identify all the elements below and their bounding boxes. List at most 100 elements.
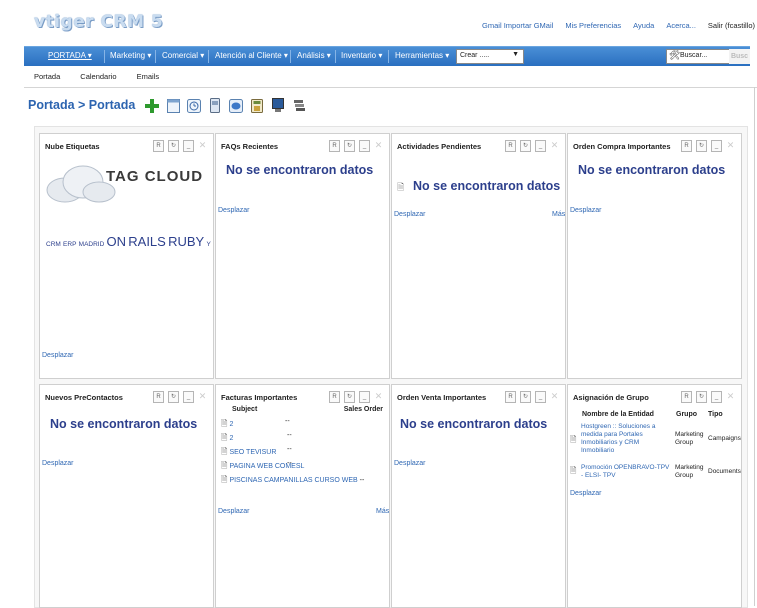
desplazar-link[interactable]: Desplazar	[394, 211, 426, 218]
help-link[interactable]: Ayuda	[633, 21, 654, 30]
refresh-icon[interactable]: ↻	[168, 140, 179, 152]
rows-icon[interactable]: R	[153, 140, 164, 152]
subnav-emails[interactable]: Emails	[137, 72, 160, 81]
panel-title: Nuevos PreContactos	[45, 393, 123, 402]
desplazar-link[interactable]: Desplazar	[570, 207, 602, 214]
close-icon[interactable]: ✕	[550, 140, 559, 150]
chat-icon[interactable]	[228, 97, 244, 114]
nav-inventario[interactable]: Inventario ▾	[341, 51, 382, 60]
contacts-icon[interactable]	[207, 97, 223, 114]
minimize-icon[interactable]: _	[359, 391, 370, 403]
invoice-subject-link[interactable]: 2	[229, 435, 233, 442]
logout-link[interactable]: Salir (fcastillo)	[708, 21, 755, 30]
search-input[interactable]: 🛠 Buscar...	[666, 49, 730, 64]
crear-select[interactable]: Crear ..... ▼	[456, 49, 524, 64]
rows-icon[interactable]: R	[505, 140, 516, 152]
no-data-message: No se encontraron datos	[413, 179, 561, 193]
refresh-icon[interactable]: ↻	[696, 391, 707, 403]
table-row: 🗎 2 --	[219, 418, 385, 432]
nav-separator	[104, 50, 105, 63]
tag-word[interactable]: RUBY	[168, 234, 204, 249]
rows-icon[interactable]: R	[153, 391, 164, 403]
close-icon[interactable]: ✕	[726, 140, 735, 150]
nav-marketing[interactable]: Marketing ▾	[110, 51, 151, 60]
close-icon[interactable]: ✕	[374, 391, 383, 401]
no-data-message: No se encontraron datos	[226, 163, 374, 177]
subnav-calendario[interactable]: Calendario	[80, 72, 116, 81]
invoice-subject-link[interactable]: PAGINA WEB COMESL	[229, 463, 304, 470]
more-link[interactable]: Más	[376, 508, 389, 515]
tag-word[interactable]: ERP	[63, 241, 76, 248]
desplazar-link[interactable]: Desplazar	[42, 352, 74, 359]
refresh-icon[interactable]: ↻	[520, 391, 531, 403]
minimize-icon[interactable]: _	[535, 140, 546, 152]
desplazar-link[interactable]: Desplazar	[218, 508, 250, 515]
entity-link[interactable]: Hostgreen :: Soluciones a medida para Po…	[581, 423, 673, 455]
close-icon[interactable]: ✕	[550, 391, 559, 401]
entity-link[interactable]: Promoción OPENBRAVO-TPV - ELSI- TPV	[581, 464, 673, 480]
tag-word[interactable]: Y	[206, 241, 210, 248]
rows-icon[interactable]: R	[329, 140, 340, 152]
invoice-subject-link[interactable]: 2	[229, 421, 233, 428]
breadcrumb-separator: >	[74, 98, 89, 112]
search-placeholder: Buscar...	[680, 52, 708, 59]
nav-analisis[interactable]: Análisis ▾	[297, 51, 331, 60]
preferences-link[interactable]: Mis Preferencias	[565, 21, 621, 30]
nav-separator	[208, 50, 209, 63]
top-links: Gmail Importar GMail Mis Preferencias Ay…	[482, 21, 755, 30]
document-icon: 🗎	[221, 419, 228, 428]
subnav-portada[interactable]: Portada	[34, 72, 60, 81]
desplazar-link[interactable]: Desplazar	[218, 207, 250, 214]
invoice-subject-link[interactable]: PISCINAS CAMPANILLAS CURSO WEB	[229, 477, 357, 484]
clock-icon[interactable]	[186, 97, 202, 114]
minimize-icon[interactable]: _	[359, 140, 370, 152]
close-icon[interactable]: ✕	[198, 391, 207, 401]
rows-icon[interactable]: R	[505, 391, 516, 403]
add-icon[interactable]	[144, 97, 160, 114]
minimize-icon[interactable]: _	[711, 391, 722, 403]
desplazar-link[interactable]: Desplazar	[394, 460, 426, 467]
type-cell: Campaigns	[708, 435, 741, 442]
nav-herramientas[interactable]: Herramientas ▾	[395, 51, 449, 60]
desplazar-link[interactable]: Desplazar	[42, 460, 74, 467]
calendar-icon[interactable]	[165, 97, 181, 114]
panel-title: Orden Compra Importantes	[573, 142, 671, 151]
refresh-icon[interactable]: ↻	[696, 140, 707, 152]
minimize-icon[interactable]: _	[711, 140, 722, 152]
tag-cloud-heading: TAG CLOUD	[106, 168, 204, 185]
nav-atencion-cliente[interactable]: Atención al Cliente ▾	[215, 51, 288, 60]
minimize-icon[interactable]: _	[183, 140, 194, 152]
about-link[interactable]: Acerca...	[666, 21, 696, 30]
refresh-icon[interactable]: ↻	[520, 140, 531, 152]
minimize-icon[interactable]: _	[535, 391, 546, 403]
close-icon[interactable]: ✕	[726, 391, 735, 401]
rows-icon[interactable]: R	[681, 140, 692, 152]
sales-order-cell: --	[286, 432, 292, 439]
close-icon[interactable]: ✕	[198, 140, 207, 150]
rows-icon[interactable]: R	[681, 391, 692, 403]
calculator-icon[interactable]	[249, 97, 265, 114]
list-icon[interactable]	[291, 97, 307, 114]
minimize-icon[interactable]: _	[183, 391, 194, 403]
screen-icon[interactable]	[270, 97, 286, 114]
desplazar-link[interactable]: Desplazar	[570, 490, 602, 497]
search-button[interactable]: Busc	[729, 49, 750, 64]
close-icon[interactable]: ✕	[374, 140, 383, 150]
invoice-subject-link[interactable]: SEO TEVISUR	[229, 449, 276, 456]
tag-word[interactable]: MADRID	[79, 241, 105, 248]
nav-comercial[interactable]: Comercial ▾	[162, 51, 204, 60]
more-link[interactable]: Más	[552, 211, 565, 218]
nav-portada[interactable]: PORTADA ▾	[48, 51, 92, 60]
nav-separator	[155, 50, 156, 63]
tag-word[interactable]: CRM	[46, 241, 61, 248]
vtiger-logo[interactable]: vtiger CRM 5	[34, 12, 163, 32]
gmail-import-link[interactable]: Gmail Importar GMail	[482, 21, 553, 30]
tag-word[interactable]: RAILS	[128, 234, 166, 249]
tag-word[interactable]: ON	[107, 234, 127, 249]
breadcrumb-portada-link[interactable]: Portada	[28, 98, 75, 112]
refresh-icon[interactable]: ↻	[344, 140, 355, 152]
refresh-icon[interactable]: ↻	[344, 391, 355, 403]
refresh-icon[interactable]: ↻	[168, 391, 179, 403]
rows-icon[interactable]: R	[329, 391, 340, 403]
sub-nav: Portada Calendario Emails	[34, 72, 159, 81]
